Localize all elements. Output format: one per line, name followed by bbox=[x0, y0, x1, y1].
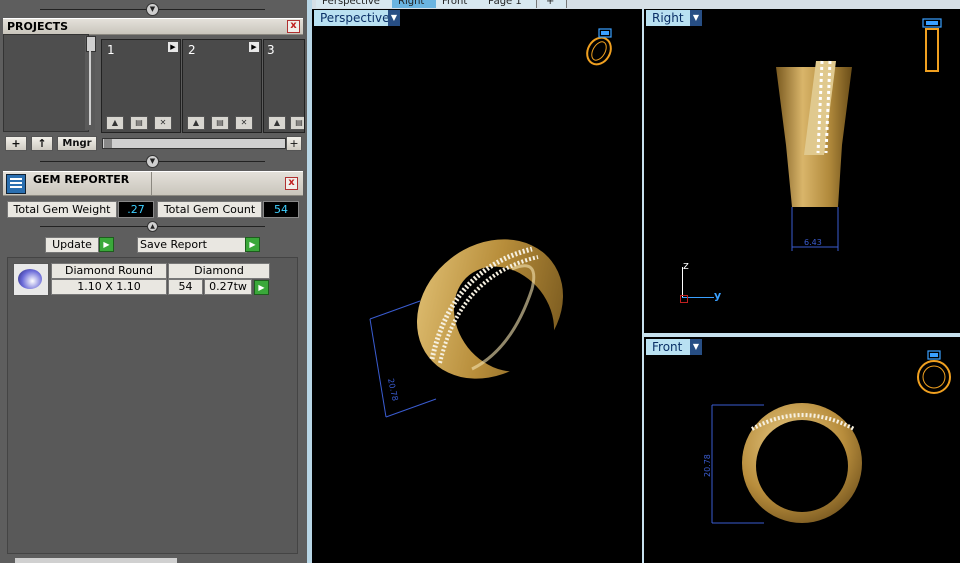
projects-close-button[interactable]: x bbox=[287, 20, 300, 33]
thumb-close-icon[interactable]: ✕ bbox=[235, 116, 253, 130]
manager-button[interactable]: Mngr bbox=[57, 136, 97, 151]
gem-reporter-icon bbox=[6, 174, 26, 194]
gem-row-count: 54 bbox=[168, 279, 203, 295]
scroll-thumb[interactable] bbox=[86, 36, 96, 52]
up-project-button[interactable]: ↑ bbox=[31, 136, 53, 151]
total-count-value: 54 bbox=[263, 201, 299, 218]
projects-title: PROJECTS bbox=[7, 20, 68, 33]
gem-row-go-icon[interactable]: ▶ bbox=[254, 280, 269, 295]
thumb-play-icon[interactable]: ▶ bbox=[168, 42, 178, 52]
gem-reporter-close-button[interactable]: x bbox=[285, 177, 298, 190]
bottom-scrollbar[interactable] bbox=[15, 558, 177, 563]
collapse-knob-icon[interactable]: ▼ bbox=[146, 155, 159, 168]
slider-handle[interactable] bbox=[104, 139, 112, 148]
save-report-button[interactable]: Save Report bbox=[137, 237, 247, 253]
thumb-size-slider[interactable] bbox=[102, 138, 286, 149]
thumb-save-icon[interactable]: ▤ bbox=[130, 116, 148, 130]
total-weight-label: Total Gem Weight bbox=[7, 201, 117, 218]
right-view-tab[interactable]: Right ▼ bbox=[646, 10, 702, 26]
projects-list[interactable] bbox=[3, 34, 89, 132]
project-thumb-2[interactable]: 2 ▶ ▲ ▤ ✕ bbox=[182, 39, 262, 133]
collapse-knob-icon[interactable]: ▼ bbox=[146, 3, 159, 16]
ring-side-model[interactable]: 6.43 bbox=[764, 55, 874, 265]
project-thumb-3[interactable]: 3 ▲ ▤ bbox=[263, 39, 305, 133]
right-viewport[interactable]: Right ▼ 6.43 z y bbox=[644, 9, 960, 333]
collapse-knob-icon[interactable]: ▲ bbox=[147, 221, 158, 232]
tab-right[interactable]: Right bbox=[392, 0, 437, 8]
thumb-up-icon[interactable]: ▲ bbox=[187, 116, 205, 130]
zoom-plus-button[interactable]: + bbox=[286, 136, 302, 151]
projects-header: PROJECTS x bbox=[3, 18, 303, 35]
update-button[interactable]: Update bbox=[45, 237, 99, 253]
front-view-label: Front bbox=[652, 340, 683, 354]
thumb-number: 2 bbox=[188, 43, 196, 57]
chevron-down-icon[interactable]: ▼ bbox=[690, 339, 702, 355]
add-project-button[interactable]: + bbox=[5, 136, 27, 151]
chevron-down-icon[interactable]: ▼ bbox=[388, 10, 400, 26]
thumb-up-icon[interactable]: ▲ bbox=[106, 116, 124, 130]
thumb-number: 3 bbox=[267, 43, 275, 57]
gem-table-header-shape: Diamond Round bbox=[51, 263, 167, 279]
chevron-down-icon[interactable]: ▼ bbox=[690, 10, 702, 26]
view-cube-ring-front-icon[interactable] bbox=[914, 347, 956, 397]
projects-scrollbar[interactable] bbox=[85, 36, 96, 130]
gem-reporter-title: GEM REPORTER bbox=[33, 173, 130, 186]
thumb-close-icon[interactable]: ✕ bbox=[154, 116, 172, 130]
tab-perspective[interactable]: Perspective bbox=[316, 0, 399, 8]
right-view-label: Right bbox=[652, 11, 684, 25]
perspective-view-label: Perspective bbox=[320, 11, 390, 25]
total-weight-value: .27 bbox=[118, 201, 154, 218]
gem-table-area bbox=[7, 257, 298, 554]
thumb-save-icon[interactable]: ▤ bbox=[290, 116, 304, 130]
tab-page-1[interactable]: Page 1 bbox=[482, 0, 537, 8]
thumb-up-icon[interactable]: ▲ bbox=[268, 116, 286, 130]
axis-z-label: z bbox=[683, 259, 689, 272]
ring-perspective-model[interactable]: 20.78 bbox=[362, 229, 602, 429]
tab-add[interactable]: + bbox=[540, 0, 567, 8]
view-cube-ring-icon[interactable] bbox=[582, 25, 618, 67]
update-go-icon[interactable]: ▶ bbox=[99, 237, 114, 252]
front-viewport[interactable]: Front ▼ 20.78 bbox=[644, 337, 960, 563]
axis-origin bbox=[680, 295, 688, 303]
perspective-dimension: 20.78 bbox=[386, 378, 400, 402]
gem-row-size: 1.10 X 1.10 bbox=[51, 279, 167, 295]
left-panel: ▼ PROJECTS x 1 ▶ ▲ ▤ ✕ 2 ▶ ▲ ▤ ✕ 3 ▲ ▤ +… bbox=[0, 0, 307, 563]
gem-table-header-type: Diamond bbox=[168, 263, 270, 279]
front-dimension: 20.78 bbox=[704, 454, 712, 477]
perspective-viewport[interactable]: Perspective ▼ 20.78 bbox=[312, 9, 642, 563]
project-thumb-1[interactable]: 1 ▶ ▲ ▤ ✕ bbox=[101, 39, 181, 133]
view-cube-ring-side-icon[interactable] bbox=[918, 17, 946, 73]
ring-front-model[interactable]: 20.78 bbox=[704, 399, 874, 529]
total-count-label: Total Gem Count bbox=[157, 201, 262, 218]
thumb-play-icon[interactable]: ▶ bbox=[249, 42, 259, 52]
axis-y-label: y bbox=[714, 289, 722, 302]
front-view-tab[interactable]: Front ▼ bbox=[646, 339, 702, 355]
thumb-number: 1 bbox=[107, 43, 115, 57]
gem-row-weight: 0.27tw bbox=[204, 279, 252, 295]
diamond-round-icon bbox=[13, 263, 49, 296]
scroll-track bbox=[89, 51, 91, 125]
save-report-go-icon[interactable]: ▶ bbox=[245, 237, 260, 252]
thumb-save-icon[interactable]: ▤ bbox=[211, 116, 229, 130]
perspective-view-tab[interactable]: Perspective ▼ bbox=[314, 10, 400, 26]
right-dimension: 6.43 bbox=[804, 238, 822, 247]
tab-front[interactable]: Front bbox=[436, 0, 483, 8]
gem-reporter-header: GEM REPORTER x bbox=[3, 171, 303, 196]
